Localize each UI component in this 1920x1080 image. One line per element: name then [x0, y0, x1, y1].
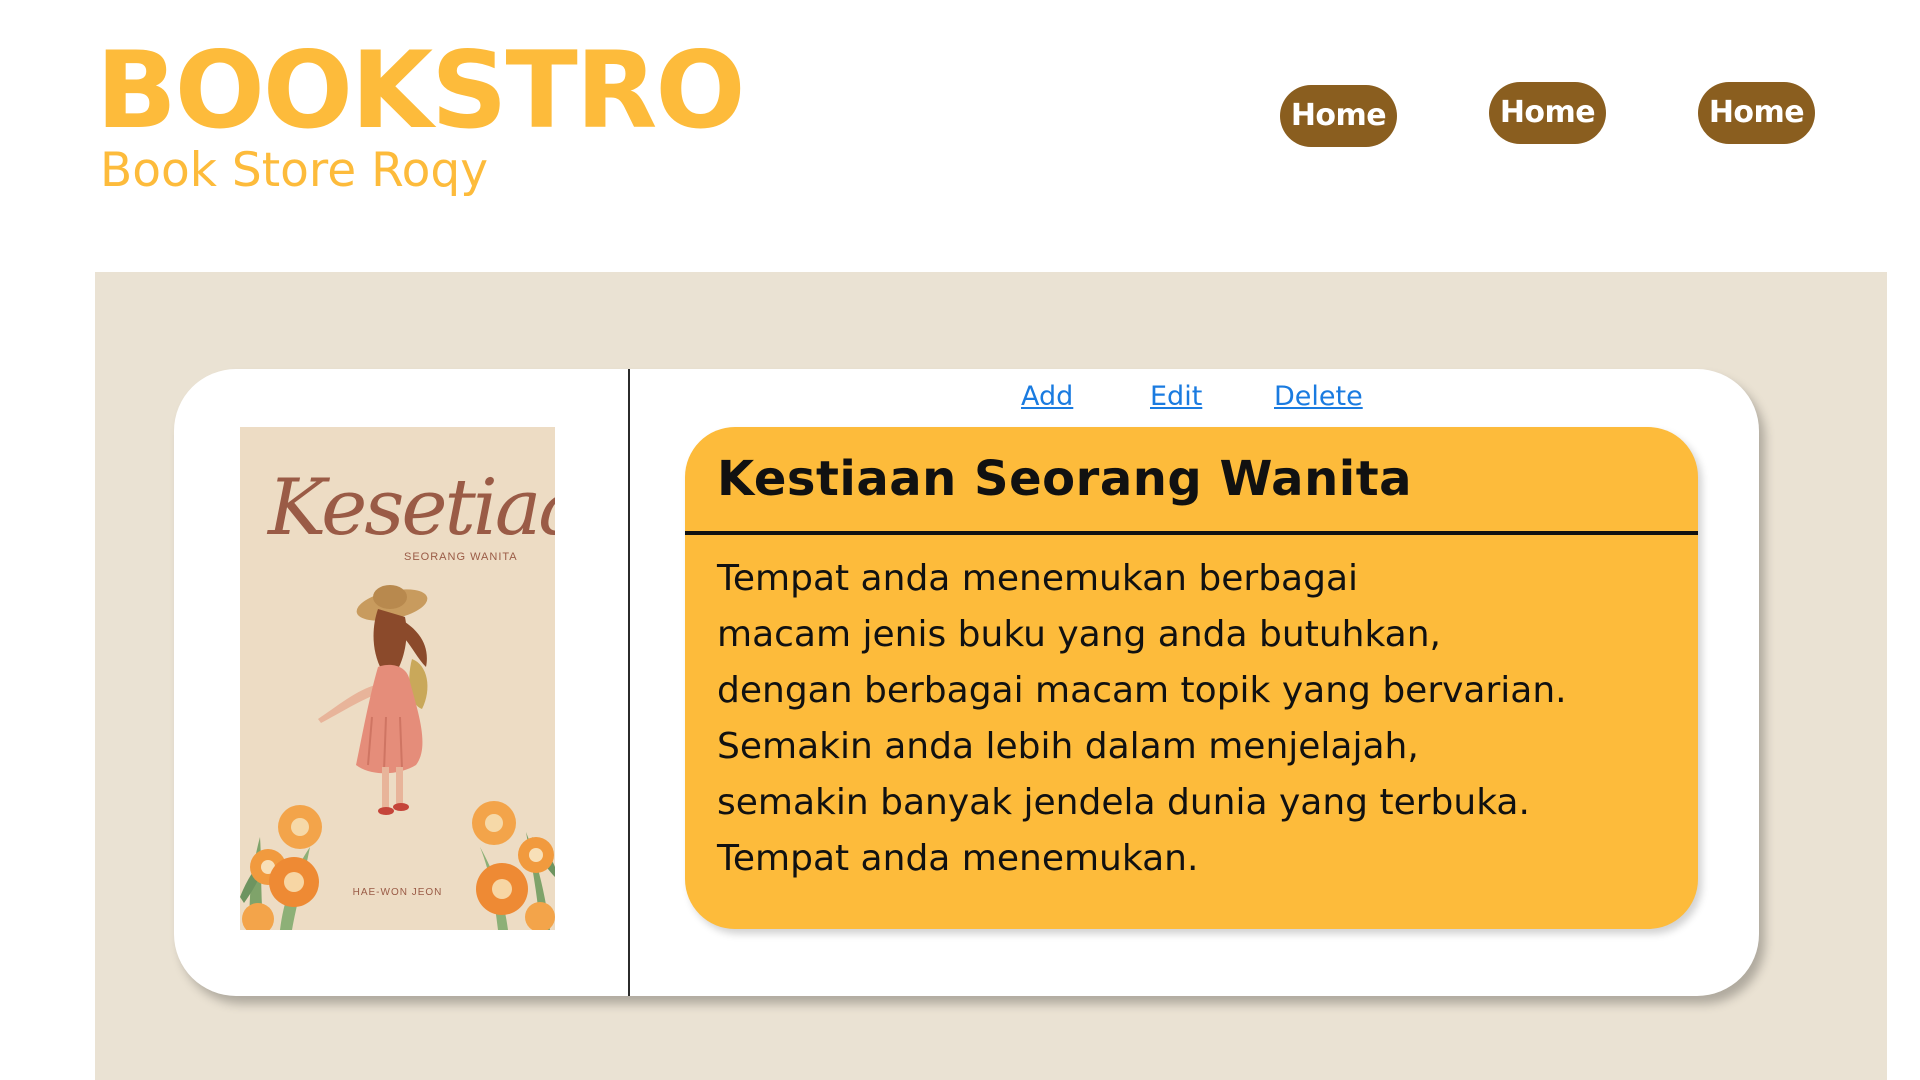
- book-description: Tempat anda menemukan berbagai macam jen…: [717, 551, 1677, 887]
- nav-home-button-1[interactable]: Home: [1280, 85, 1397, 147]
- description-line: Tempat anda menemukan berbagai: [717, 558, 1359, 599]
- edit-link[interactable]: Edit: [1150, 379, 1202, 415]
- title-divider: [685, 531, 1698, 535]
- flowers-right: [472, 801, 555, 930]
- cover-title: Kesetiaan: [268, 463, 555, 553]
- description-line: Tempat anda menemukan.: [717, 838, 1199, 879]
- card-divider: [628, 369, 630, 996]
- description-line: macam jenis buku yang anda butuhkan,: [717, 614, 1441, 655]
- cover-subtitle: SEORANG WANITA: [404, 551, 518, 563]
- flowers-left: [240, 805, 322, 930]
- description-line: Semakin anda lebih dalam menjelajah,: [717, 726, 1419, 767]
- delete-link[interactable]: Delete: [1274, 379, 1363, 415]
- brand-title: BOOKSTRO: [96, 29, 746, 152]
- nav-home-button-2[interactable]: Home: [1489, 82, 1606, 144]
- nav-home-button-3[interactable]: Home: [1698, 82, 1815, 144]
- book-title: Kestiaan Seorang Wanita: [717, 451, 1413, 507]
- description-line: semakin banyak jendela dunia yang terbuk…: [717, 782, 1530, 823]
- book-info-box: Kestiaan Seorang Wanita Tempat anda mene…: [685, 427, 1698, 929]
- description-line: dengan berbagai macam topik yang bervari…: [717, 670, 1567, 711]
- brand-subtitle: Book Store Roqy: [100, 143, 489, 198]
- book-card: Kesetiaan SEORANG WANITA HAE-WON JEON Ad…: [174, 369, 1759, 996]
- main-panel: Kesetiaan SEORANG WANITA HAE-WON JEON Ad…: [95, 272, 1887, 1080]
- book-cover-image: Kesetiaan SEORANG WANITA HAE-WON JEON: [240, 427, 555, 930]
- add-link[interactable]: Add: [1021, 379, 1073, 415]
- girl-illustration: [318, 585, 428, 815]
- cover-author: HAE-WON JEON: [352, 887, 443, 898]
